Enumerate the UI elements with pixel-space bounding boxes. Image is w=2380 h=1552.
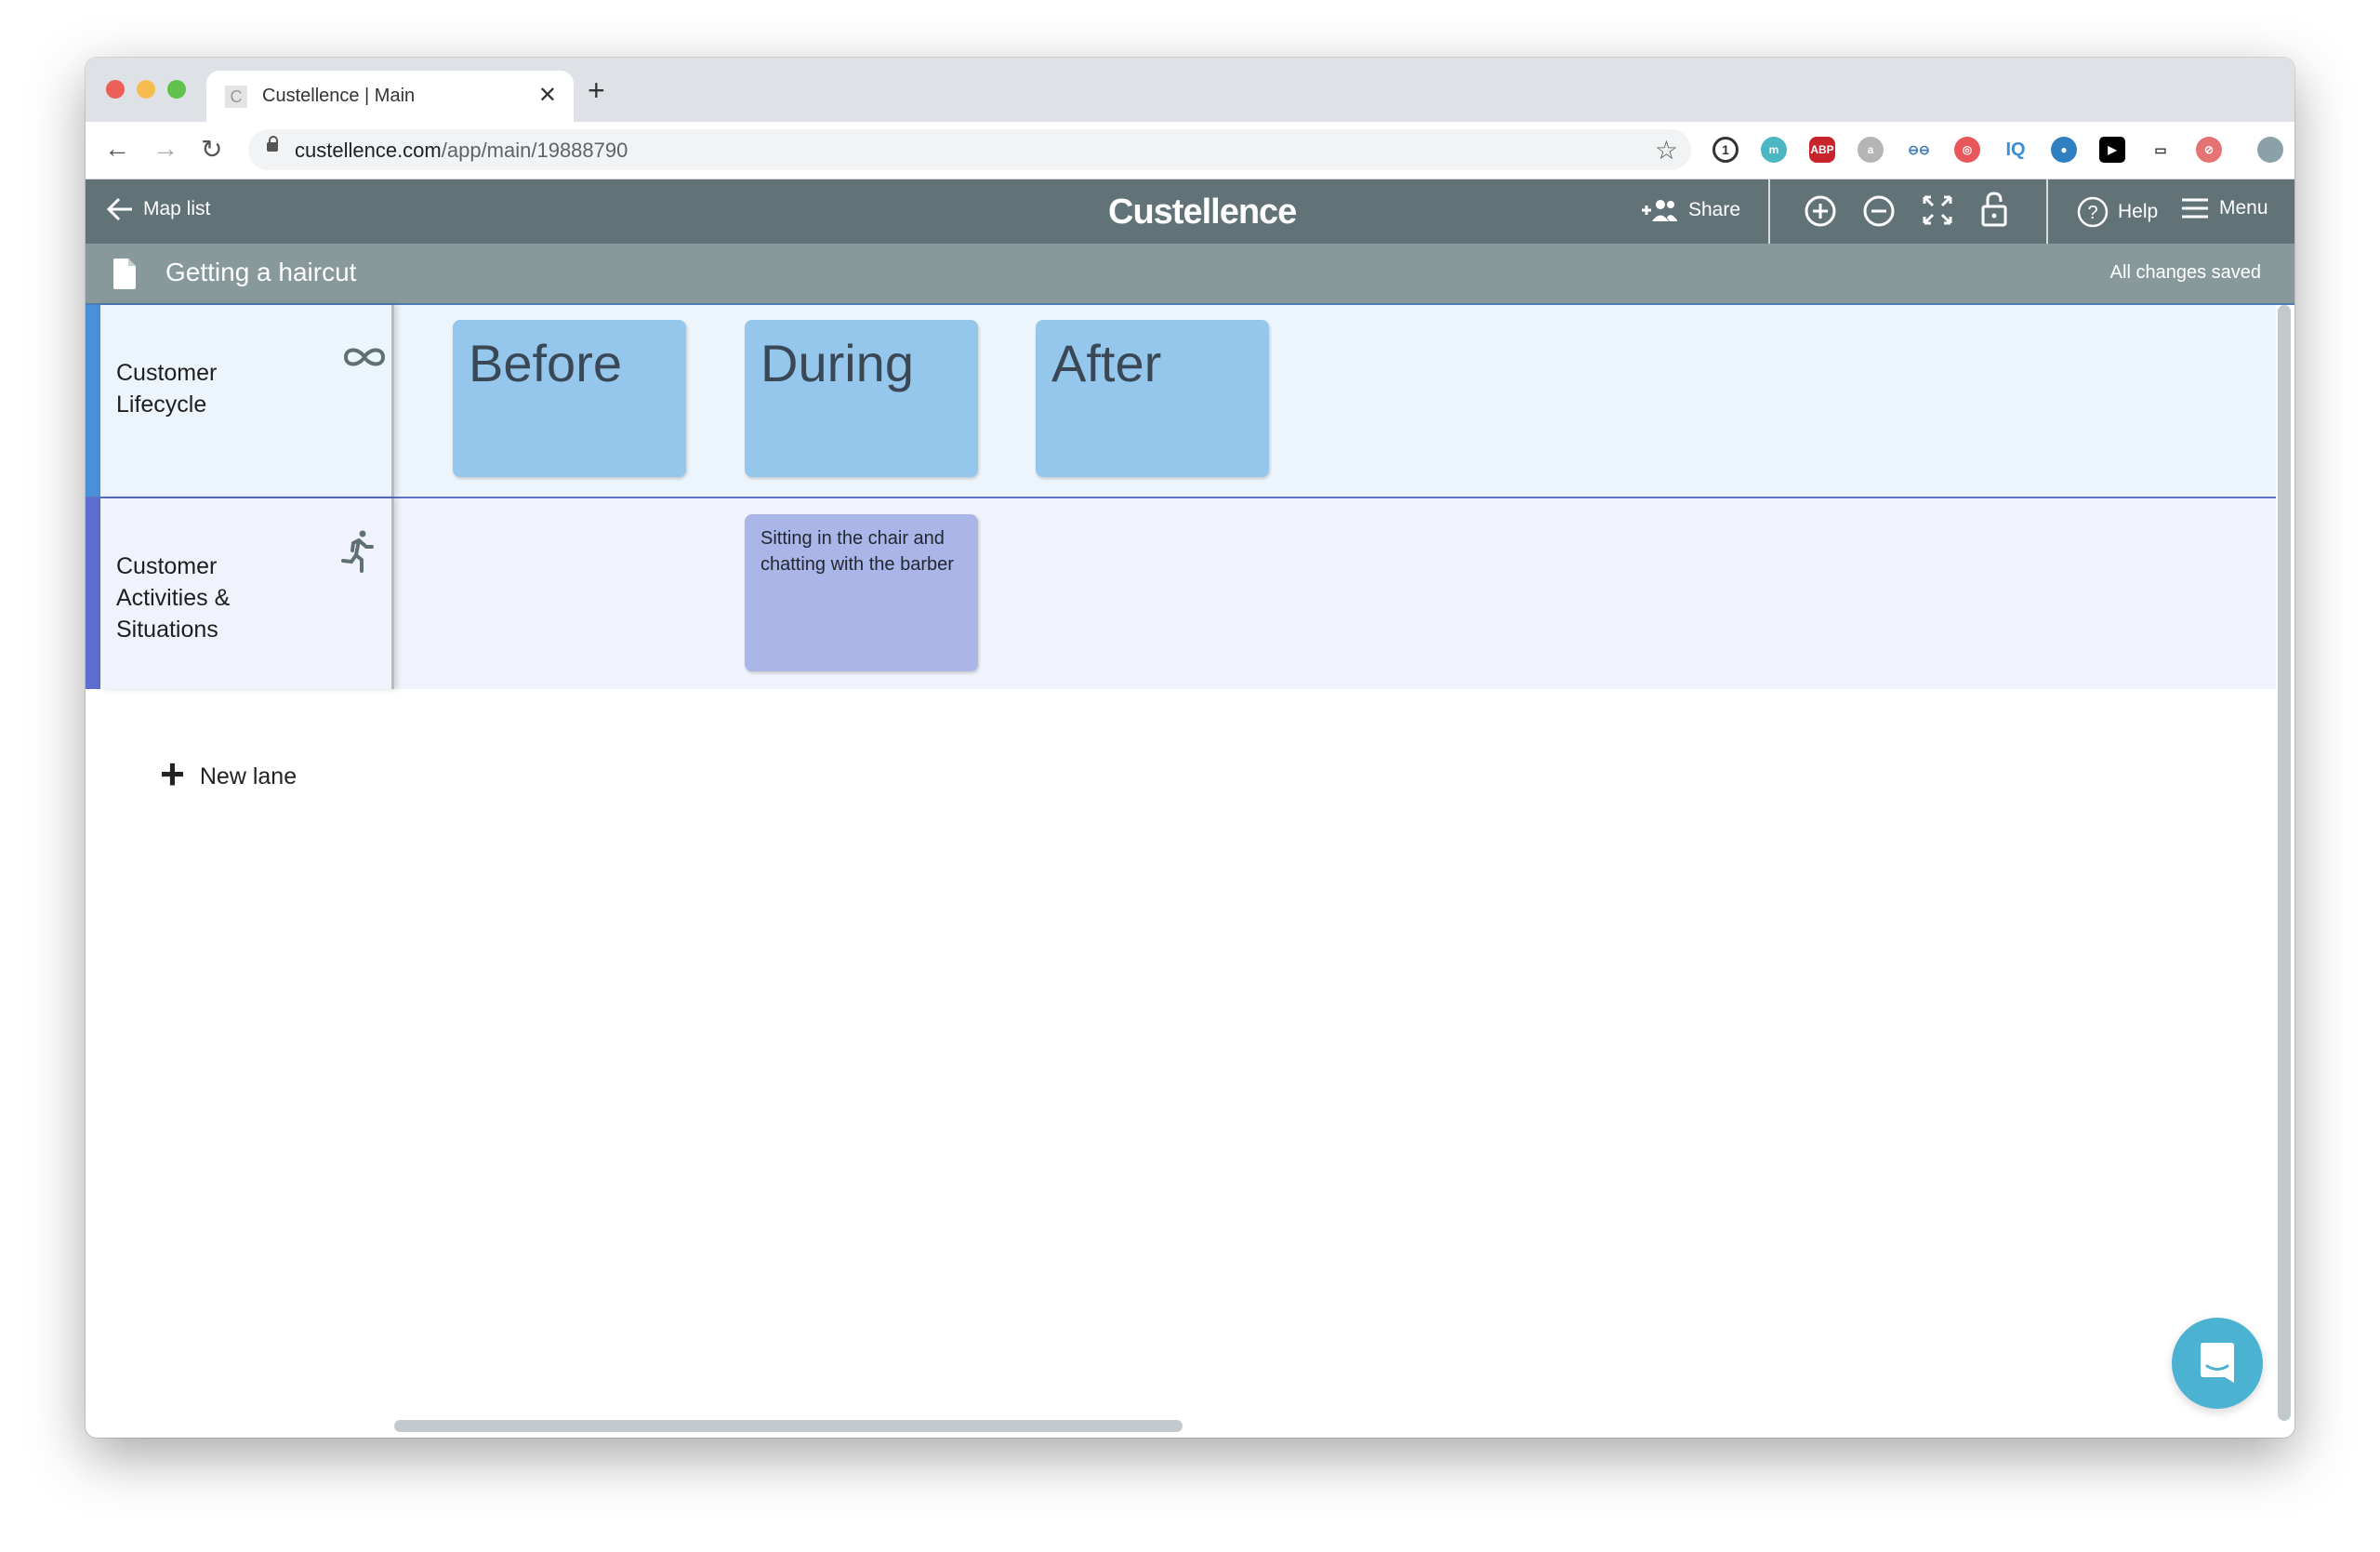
lane-customer-activities: Customer Activities & Situations Sitting… <box>86 498 2276 689</box>
header-divider <box>2046 179 2048 244</box>
hamburger-menu-icon <box>2182 198 2208 219</box>
map-title-bar: Getting a haircut All changes saved <box>86 244 2294 305</box>
share-label: Share <box>1688 199 1741 220</box>
favicon-icon: C <box>225 86 247 108</box>
back-arrow-icon[interactable]: ← <box>104 134 130 164</box>
help-label: Help <box>2118 201 2159 222</box>
header-divider <box>1768 179 1770 244</box>
1password-icon[interactable]: 1 <box>1712 137 1739 163</box>
plus-icon: + <box>160 749 185 798</box>
chat-support-button[interactable] <box>2172 1318 2263 1409</box>
zoom-out-button[interactable] <box>1862 194 1896 232</box>
app-header: Map list Custellence Share ? Help Menu <box>86 179 2294 244</box>
zoom-in-icon <box>1805 195 1836 227</box>
new-lane-label: New lane <box>199 763 298 789</box>
fullscreen-button[interactable] <box>1922 194 1953 231</box>
screenshot-extension-icon[interactable]: ▭ <box>2148 137 2174 163</box>
document-icon <box>113 259 136 289</box>
profile-avatar-icon[interactable] <box>2257 137 2283 163</box>
adblock-plus-icon[interactable]: ABP <box>1809 137 1835 163</box>
map-list-button[interactable]: Map list <box>106 196 210 222</box>
back-arrow-icon <box>106 197 132 221</box>
lane-header[interactable]: Customer Lifecycle <box>100 305 394 497</box>
unlock-icon <box>1981 192 2007 227</box>
chat-bubble-icon <box>2201 1343 2234 1383</box>
lock-icon <box>267 136 278 152</box>
card-text: Before <box>469 334 622 392</box>
save-status: All changes saved <box>2109 262 2261 283</box>
spiral-extension-icon[interactable]: ◎ <box>1954 137 1980 163</box>
browser-toolbar: ← → ↻ custellence.com/app/main/19888790 … <box>86 122 2294 179</box>
menu-label: Menu <box>2219 197 2268 219</box>
minimize-window-button[interactable] <box>137 80 155 99</box>
lane-title: Customer Lifecycle <box>116 360 218 418</box>
url-path: /app/main/19888790 <box>441 139 628 162</box>
url-text[interactable]: custellence.com/app/main/19888790 <box>295 139 628 163</box>
reload-icon[interactable]: ↻ <box>201 134 222 165</box>
vertical-scrollbar[interactable] <box>2278 305 2291 1421</box>
address-bar[interactable]: custellence.com/app/main/19888790 ☆ <box>248 129 1691 170</box>
eye-extension-icon[interactable]: ● <box>2051 137 2077 163</box>
running-person-icon <box>341 530 374 573</box>
card-text: Sitting in the chair and chatting with t… <box>760 528 954 575</box>
m-extension-icon[interactable]: m <box>1761 137 1787 163</box>
tab-title: Custellence | Main <box>262 86 416 106</box>
bookmark-star-icon[interactable]: ☆ <box>1655 135 1678 166</box>
card-after[interactable]: After <box>1036 320 1269 477</box>
map-list-label: Map list <box>143 198 211 219</box>
card-before[interactable]: Before <box>453 320 686 477</box>
card-during[interactable]: During <box>745 320 978 477</box>
add-people-icon <box>1642 200 1677 221</box>
comment-extension-icon[interactable]: a <box>1858 137 1884 163</box>
tab-close-icon[interactable]: ✕ <box>538 82 557 109</box>
lane-customer-lifecycle: Customer Lifecycle Before During After <box>86 305 2276 498</box>
svg-text:?: ? <box>2087 203 2097 223</box>
help-button[interactable]: ? Help <box>2077 196 2158 228</box>
maximize-window-button[interactable] <box>167 80 186 99</box>
lane-color-bar <box>86 305 100 497</box>
zoom-out-icon <box>1863 195 1895 227</box>
help-icon: ? <box>2077 196 2109 228</box>
menu-button[interactable]: Menu <box>2180 196 2268 220</box>
browser-window: C Custellence | Main ✕ + ← → ↻ custellen… <box>86 58 2294 1438</box>
new-lane-button[interactable]: + New lane <box>160 749 298 798</box>
fullscreen-icon <box>1923 195 1952 225</box>
play-extension-icon[interactable]: ▶ <box>2099 137 2125 163</box>
share-button[interactable]: Share <box>1640 196 1740 224</box>
lane-color-bar <box>86 498 100 689</box>
map-name[interactable]: Getting a haircut <box>165 258 356 287</box>
card-text: During <box>760 334 914 392</box>
shield-extension-icon[interactable]: ⊘ <box>2196 137 2222 163</box>
new-tab-button[interactable]: + <box>588 75 605 105</box>
lane-header[interactable]: Customer Activities & Situations <box>100 498 394 689</box>
lane-title: Customer Activities & Situations <box>116 553 231 643</box>
horizontal-scrollbar[interactable] <box>394 1420 1183 1432</box>
link-extension-icon[interactable]: ⊖⊖ <box>1906 137 1932 163</box>
card-activity[interactable]: Sitting in the chair and chatting with t… <box>745 514 978 671</box>
url-domain: custellence.com <box>295 139 442 162</box>
lock-button[interactable] <box>1980 191 2008 232</box>
forward-arrow-icon[interactable]: → <box>152 134 178 164</box>
tab-bar: C Custellence | Main ✕ + <box>86 58 2294 122</box>
browser-tab-active[interactable]: C Custellence | Main ✕ <box>206 71 574 122</box>
iq-extension-icon[interactable]: IQ <box>2003 137 2029 163</box>
card-text: After <box>1051 334 1162 392</box>
infinity-icon <box>343 348 386 366</box>
app-logo: Custellence <box>1108 192 1297 232</box>
zoom-in-button[interactable] <box>1804 194 1837 232</box>
close-window-button[interactable] <box>106 80 125 99</box>
